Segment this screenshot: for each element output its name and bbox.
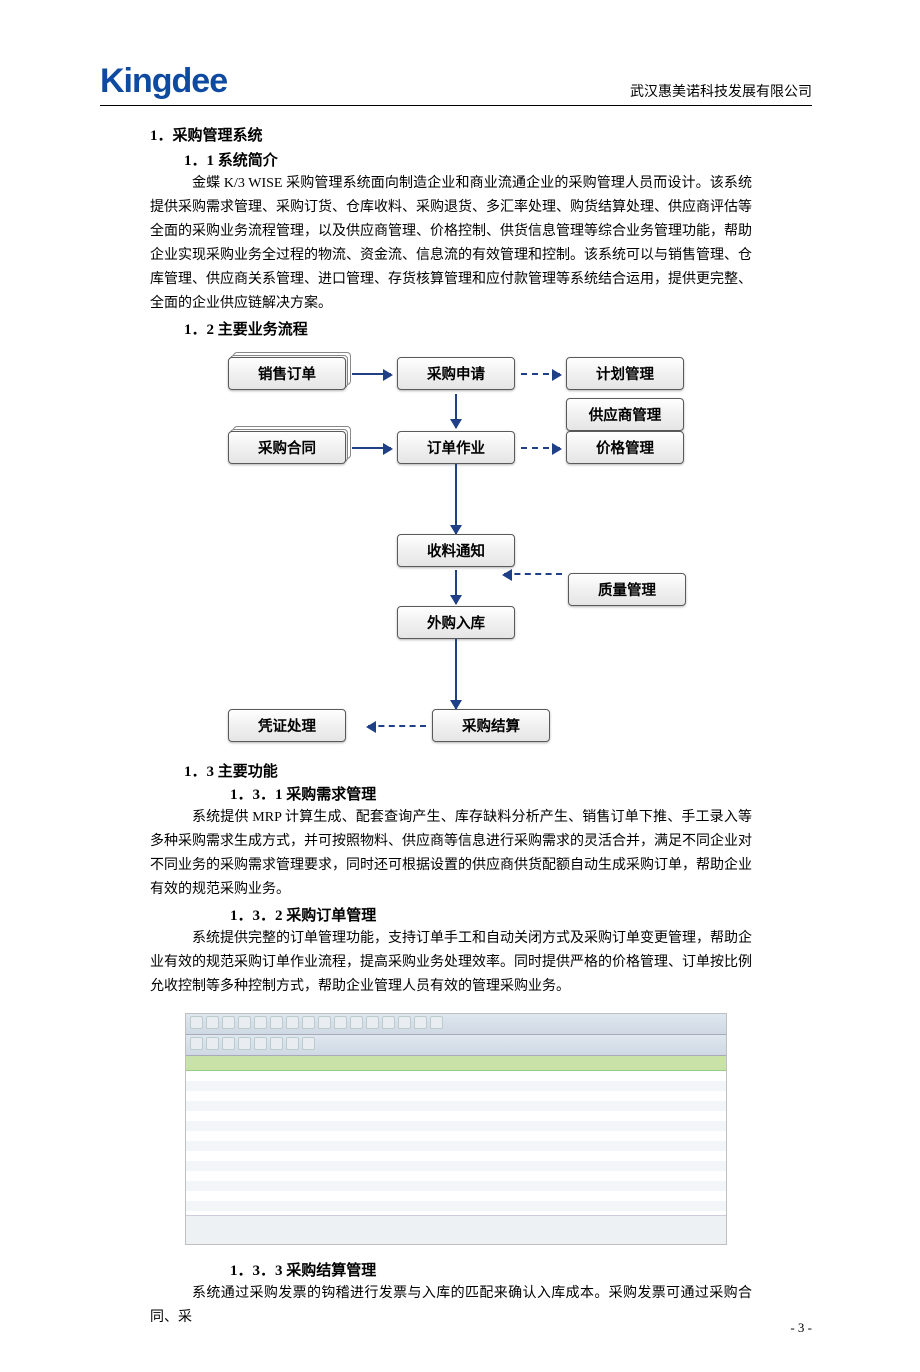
- dashed-arrow-icon: [521, 447, 560, 449]
- screenshot-footer-icon: [186, 1215, 726, 1244]
- arrow-down-icon: [455, 639, 457, 709]
- kingdee-logo: Kingdee: [100, 62, 227, 101]
- heading-1: 1．采购管理系统: [150, 124, 812, 145]
- dashed-arrow-left-icon: [368, 725, 426, 727]
- node-order-job: 订单作业: [397, 431, 515, 464]
- arrow-down-icon: [455, 570, 457, 604]
- paragraph-1-1: 金蝶 K/3 WISE 采购管理系统面向制造企业和商业流通企业的采购管理人员而设…: [150, 172, 752, 316]
- dashed-arrow-left-icon: [504, 573, 562, 575]
- page-number: - 3 -: [790, 1320, 812, 1336]
- heading-1-3-1: 1．3．1 采购需求管理: [230, 783, 812, 804]
- node-plan-mgmt: 计划管理: [566, 357, 684, 390]
- dashed-arrow-icon: [521, 373, 560, 375]
- arrow-down-icon: [455, 464, 457, 534]
- node-quality-mgmt: 质量管理: [568, 573, 686, 606]
- heading-1-3: 1．3 主要功能: [184, 760, 812, 781]
- screenshot-toolbar2-icon: [186, 1035, 726, 1056]
- page-header: Kingdee 武汉惠美诺科技发展有限公司: [100, 62, 812, 106]
- embedded-software-screenshot: [185, 1013, 727, 1245]
- node-purchase-settle: 采购结算: [432, 709, 550, 742]
- paragraph-1-3-3: 系统通过采购发票的钩稽进行发票与入库的匹配来确认入库成本。采购发票可通过采购合同…: [150, 1282, 752, 1330]
- paragraph-1-3-1: 系统提供 MRP 计算生成、配套查询产生、库存缺料分析产生、销售订单下推、手工录…: [150, 806, 752, 902]
- arrow-down-icon: [455, 394, 457, 428]
- heading-1-3-3: 1．3．3 采购结算管理: [230, 1259, 812, 1280]
- node-voucher: 凭证处理: [228, 709, 346, 742]
- company-name: 武汉惠美诺科技发展有限公司: [630, 81, 812, 101]
- node-outsourced-in: 外购入库: [397, 606, 515, 639]
- screenshot-header-icon: [186, 1056, 726, 1071]
- heading-1-2: 1．2 主要业务流程: [184, 318, 812, 339]
- node-sales-order: 销售订单: [228, 357, 346, 390]
- screenshot-grid-icon: [186, 1071, 726, 1215]
- node-purchase-contract: 采购合同: [228, 431, 346, 464]
- process-flowchart: 销售订单 采购申请 计划管理 供应商管理 采购合同 订单作业 价格管理 收料通知…: [186, 357, 726, 742]
- node-price-mgmt: 价格管理: [566, 431, 684, 464]
- document-page: Kingdee 武汉惠美诺科技发展有限公司 1．采购管理系统 1．1 系统简介 …: [0, 0, 920, 1372]
- heading-1-3-2: 1．3．2 采购订单管理: [230, 904, 812, 925]
- paragraph-1-3-2: 系统提供完整的订单管理功能，支持订单手工和自动关闭方式及采购订单变更管理，帮助企…: [150, 927, 752, 999]
- node-receipt-notice: 收料通知: [397, 534, 515, 567]
- node-purchase-request: 采购申请: [397, 357, 515, 390]
- node-supplier-mgmt: 供应商管理: [566, 398, 684, 431]
- arrow-right-icon: [352, 447, 391, 449]
- heading-1-1: 1．1 系统简介: [184, 149, 812, 170]
- arrow-right-icon: [352, 373, 391, 375]
- screenshot-toolbar-icon: [186, 1014, 726, 1035]
